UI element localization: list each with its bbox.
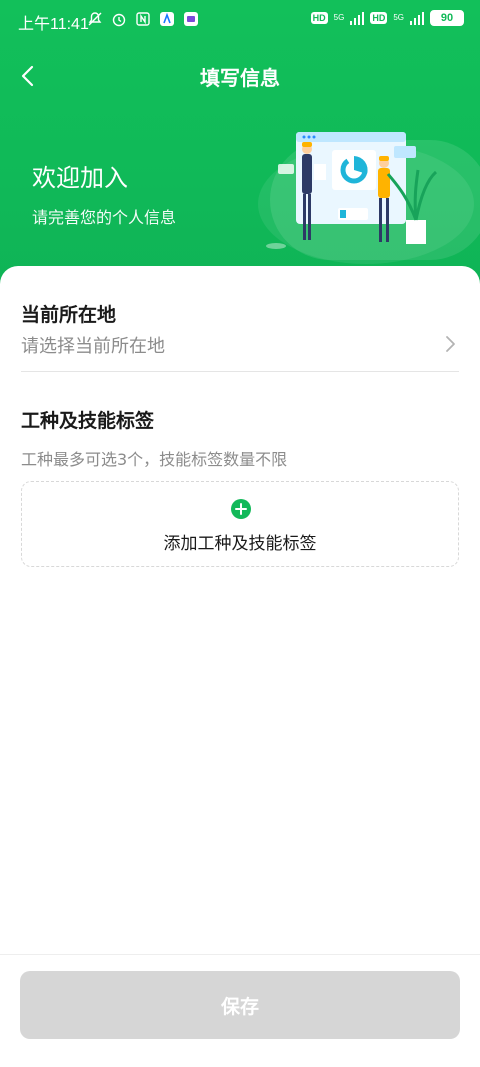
status-time: 上午11:41 [18,16,89,33]
page-title: 填写信息 [200,66,280,90]
status-icons-right: HD 5G HD 5G 90 [310,10,464,26]
add-skills-label: 添加工种及技能标签 [163,534,317,554]
save-button[interactable]: 保存 [20,971,460,1039]
skills-title: 工种及技能标签 [21,410,155,432]
add-skills-button[interactable]: 添加工种及技能标签 [21,481,459,567]
alarm-icon [110,10,128,28]
signal-icon-2 [410,11,424,25]
nav-bar: 填写信息 [0,48,480,104]
nfc-icon [134,10,152,28]
location-select[interactable]: 请选择当前所在地 [21,328,459,372]
signal-icon [350,11,365,25]
status-icons-left [86,10,200,28]
network-type-2: 5G [393,13,404,22]
plus-icon [231,499,251,519]
chevron-right-icon [443,334,457,358]
form-card: 当前所在地 请选择当前所在地 工种及技能标签 工种最多可选3个，技能标签数量不限… [0,266,480,1067]
mute-icon [86,10,104,28]
app-icon [158,10,176,28]
footer-bar: 保存 [0,954,480,1067]
welcome-title: 欢迎加入 [32,164,128,192]
hd-badge-2: HD [370,12,388,24]
network-type: 5G [333,13,345,22]
welcome-illustration [258,132,474,264]
battery-icon: 90 [430,10,464,26]
header-banner: 上午11:41 HD 5G HD 5G 90 填写信息 欢迎加入 请完善您的个人… [0,0,480,300]
status-bar: 上午11:41 HD 5G HD 5G 90 [0,0,480,40]
app-icon-2 [182,10,200,28]
hd-badge: HD [310,12,328,24]
welcome-subtitle: 请完善您的个人信息 [32,208,177,227]
location-placeholder: 请选择当前所在地 [21,336,165,357]
location-title: 当前所在地 [21,304,117,326]
skills-hint: 工种最多可选3个，技能标签数量不限 [21,450,288,469]
